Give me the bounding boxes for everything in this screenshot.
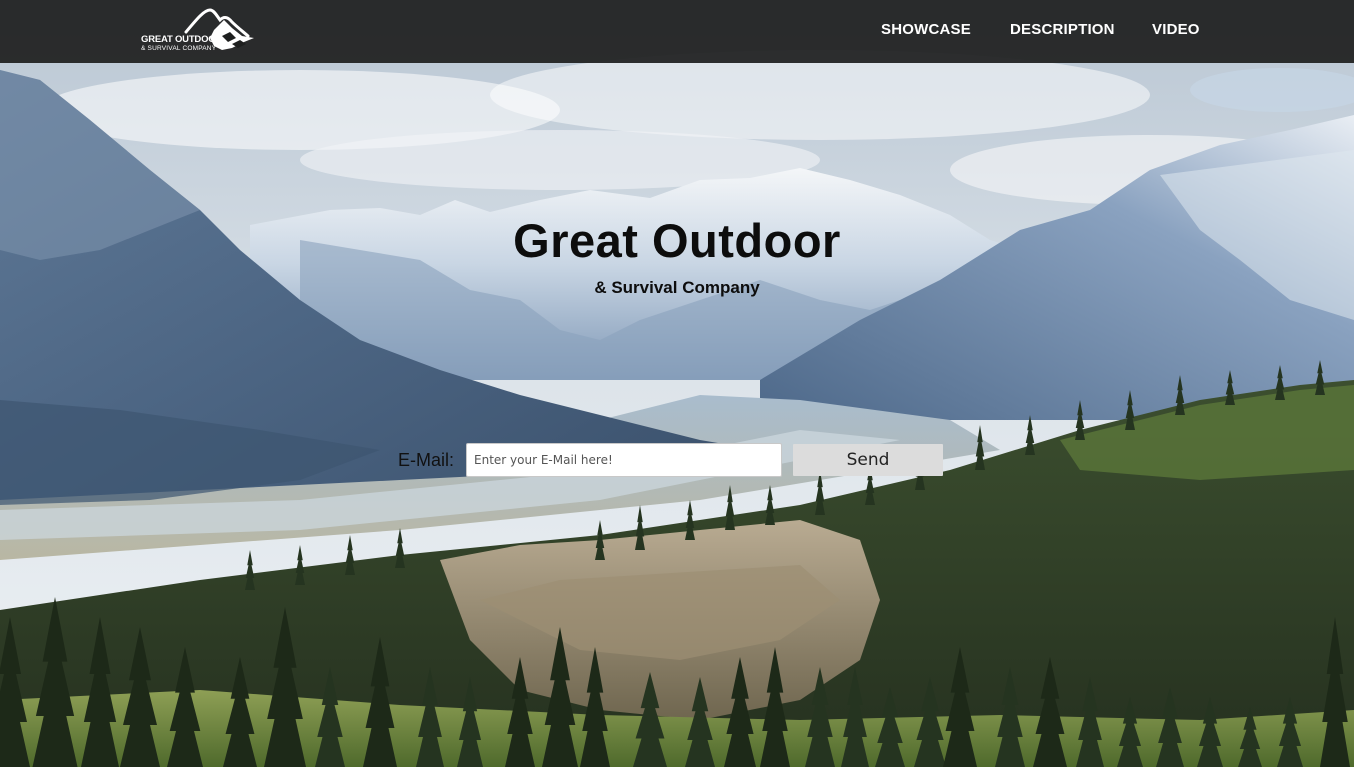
- hero-background-image: [0, 0, 1354, 767]
- page: GREAT OUTDOOR & SURVIVAL COMPANY SHOWCAS…: [0, 0, 1354, 767]
- send-button[interactable]: Send: [793, 444, 943, 476]
- company-logo[interactable]: GREAT OUTDOOR & SURVIVAL COMPANY: [140, 6, 258, 56]
- email-input[interactable]: [466, 443, 782, 477]
- logo-title: GREAT OUTDOOR: [141, 34, 223, 45]
- hero-subtitle: & Survival Company: [594, 278, 760, 297]
- top-navbar: GREAT OUTDOOR & SURVIVAL COMPANY SHOWCAS…: [0, 0, 1354, 63]
- nav-link-description[interactable]: DESCRIPTION: [1010, 21, 1115, 38]
- hero-title: Great Outdoor: [513, 214, 841, 267]
- email-label: E-Mail:: [398, 450, 455, 470]
- logo-subtitle: & SURVIVAL COMPANY: [141, 45, 217, 52]
- nav-link-video[interactable]: VIDEO: [1152, 21, 1200, 38]
- nav-link-showcase[interactable]: SHOWCASE: [881, 21, 971, 38]
